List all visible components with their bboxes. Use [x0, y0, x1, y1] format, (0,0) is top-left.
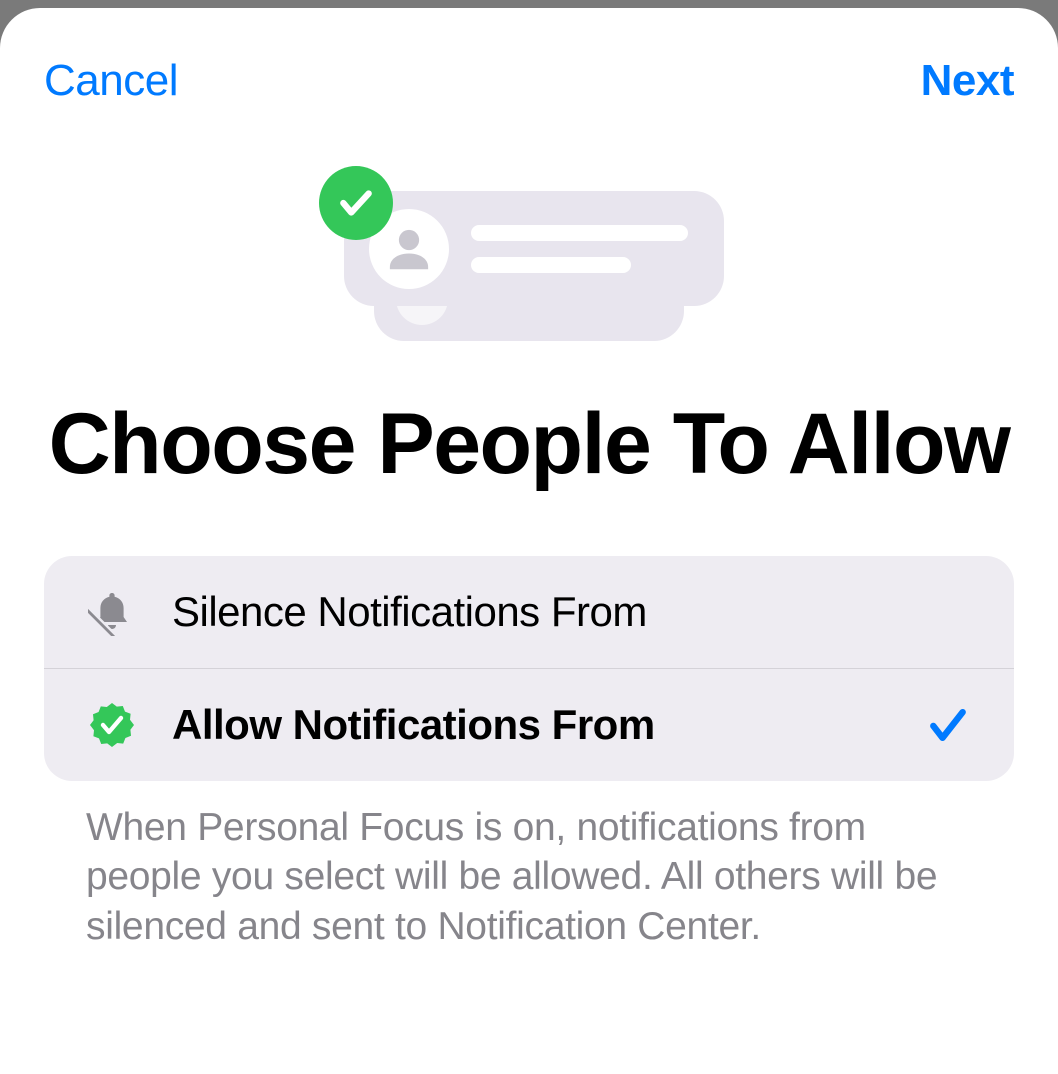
- page-title: Choose People To Allow: [49, 396, 1010, 492]
- options-list: Silence Notifications From Allow Notific…: [44, 556, 1014, 781]
- option-label: Allow Notifications From: [172, 701, 890, 749]
- checkmark-badge-icon: [319, 166, 393, 240]
- notification-lines: [471, 225, 699, 273]
- notification-card-front: [344, 191, 724, 306]
- cancel-button[interactable]: Cancel: [44, 56, 178, 106]
- footer-description: When Personal Focus is on, notifications…: [86, 803, 972, 950]
- checkmark-icon: [926, 703, 970, 747]
- option-silence-notifications[interactable]: Silence Notifications From: [44, 556, 1014, 669]
- next-button[interactable]: Next: [921, 56, 1014, 106]
- bell-slash-icon: [88, 588, 136, 636]
- hero-section: Choose People To Allow: [0, 106, 1058, 492]
- verified-check-icon: [88, 701, 136, 749]
- nav-bar: Cancel Next: [0, 8, 1058, 106]
- modal-sheet: Cancel Next: [0, 8, 1058, 1074]
- option-label: Silence Notifications From: [172, 588, 970, 636]
- notification-line: [471, 257, 631, 273]
- notifications-illustration: [319, 166, 739, 366]
- notification-line: [471, 225, 688, 241]
- option-allow-notifications[interactable]: Allow Notifications From: [44, 669, 1014, 781]
